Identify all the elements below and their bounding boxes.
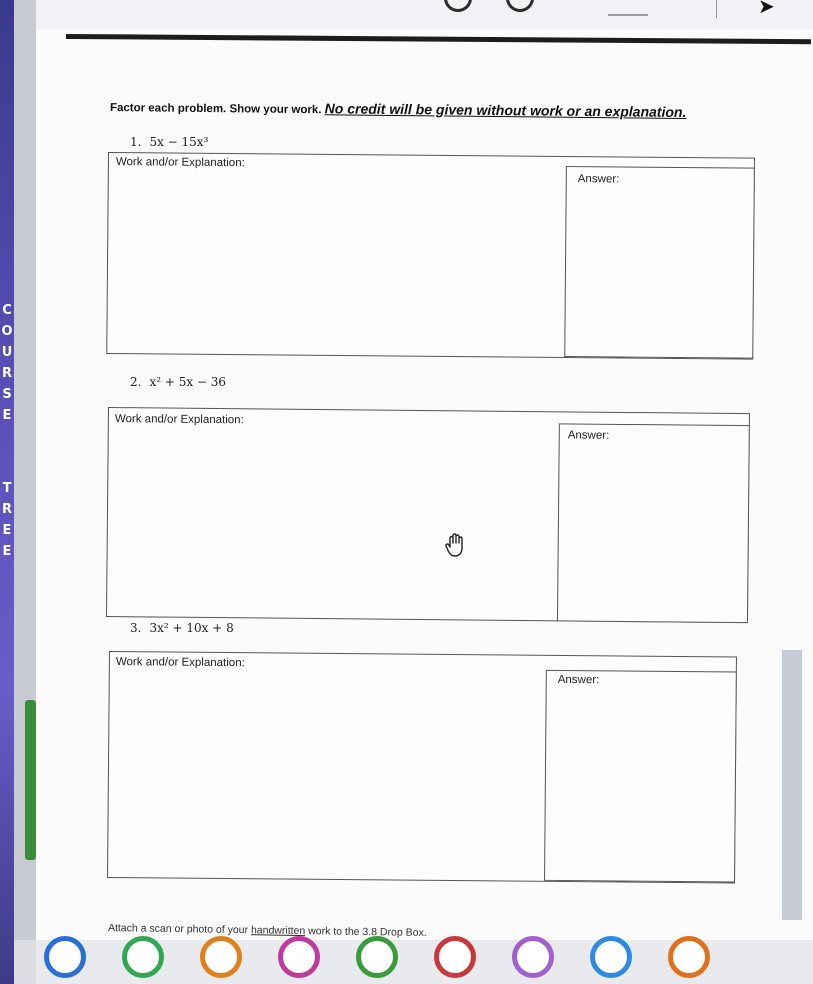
answer-box[interactable]: Answer: <box>556 423 750 624</box>
problem-2: 2. x² + 5x − 36 <box>130 375 226 389</box>
app-icon[interactable] <box>200 936 242 978</box>
toolbar-divider <box>608 14 648 16</box>
app-icon[interactable] <box>122 936 164 978</box>
toolbar: ➤ 34 <box>36 0 813 30</box>
problem-expression: 3x² + 10x + 8 <box>149 621 234 635</box>
app-icon[interactable] <box>356 936 398 978</box>
side-letter: R <box>1 366 12 381</box>
answer-label: Answer: <box>577 173 620 186</box>
work-box[interactable]: Work and/or Explanation: Answer: <box>106 152 755 360</box>
work-box[interactable]: Work and/or Explanation: Answer: <box>107 651 737 884</box>
problem-number: 1. <box>130 135 142 149</box>
side-letter: S <box>2 387 12 402</box>
app-icon[interactable] <box>512 936 554 978</box>
work-label: Work and/or Explanation: <box>115 656 245 670</box>
answer-label: Answer: <box>567 429 610 442</box>
toolbar-circle-icon[interactable] <box>506 0 534 12</box>
side-letter: R <box>1 502 12 517</box>
course-tree-tab[interactable]: C O U R S E T R E E <box>0 300 14 562</box>
problem-number: 3. <box>130 621 142 635</box>
app-icon[interactable] <box>590 936 632 978</box>
footer-text: Attach a scan or photo of your <box>107 922 252 937</box>
instructions-lead: Factor each problem. Show your work. <box>109 102 322 117</box>
side-letter: T <box>2 481 12 496</box>
side-letter: U <box>1 345 13 360</box>
side-letter: E <box>2 544 12 559</box>
work-box[interactable]: Work and/or Explanation: Answer: <box>105 407 750 624</box>
side-letter: O <box>1 324 13 339</box>
toolbar-circle-icon[interactable] <box>444 0 472 12</box>
side-letter: E <box>2 523 12 538</box>
problem-expression: x² + 5x − 36 <box>149 375 227 389</box>
problem-number: 2. <box>130 375 142 389</box>
app-icon[interactable] <box>434 936 476 978</box>
arrow-cursor-icon: ➤ <box>758 0 775 18</box>
problem-1: 1. 5x − 15x³ <box>130 135 208 149</box>
answer-label: Answer: <box>557 673 600 687</box>
answer-box[interactable]: Answer: <box>544 669 737 883</box>
answer-box[interactable]: Answer: <box>564 165 755 359</box>
taskbar-dock <box>36 936 813 984</box>
problem-3: 3. 3x² + 10x + 8 <box>130 621 234 635</box>
scrollbar[interactable] <box>782 650 802 920</box>
work-label: Work and/or Explanation: <box>115 156 245 170</box>
gutter-green-tab[interactable] <box>25 700 36 860</box>
footer-text: work to the 3.8 Drop Box. <box>305 925 427 940</box>
side-letter: E <box>2 408 12 423</box>
work-label: Work and/or Explanation: <box>114 413 244 427</box>
app-icon[interactable] <box>44 936 86 978</box>
problem-expression: 5x − 15x³ <box>149 135 209 149</box>
hand-pointer-icon <box>445 533 463 557</box>
side-letter: C <box>2 303 12 318</box>
app-icon[interactable] <box>668 936 710 978</box>
toolbar-separator <box>716 0 717 18</box>
app-icon[interactable] <box>278 936 320 978</box>
